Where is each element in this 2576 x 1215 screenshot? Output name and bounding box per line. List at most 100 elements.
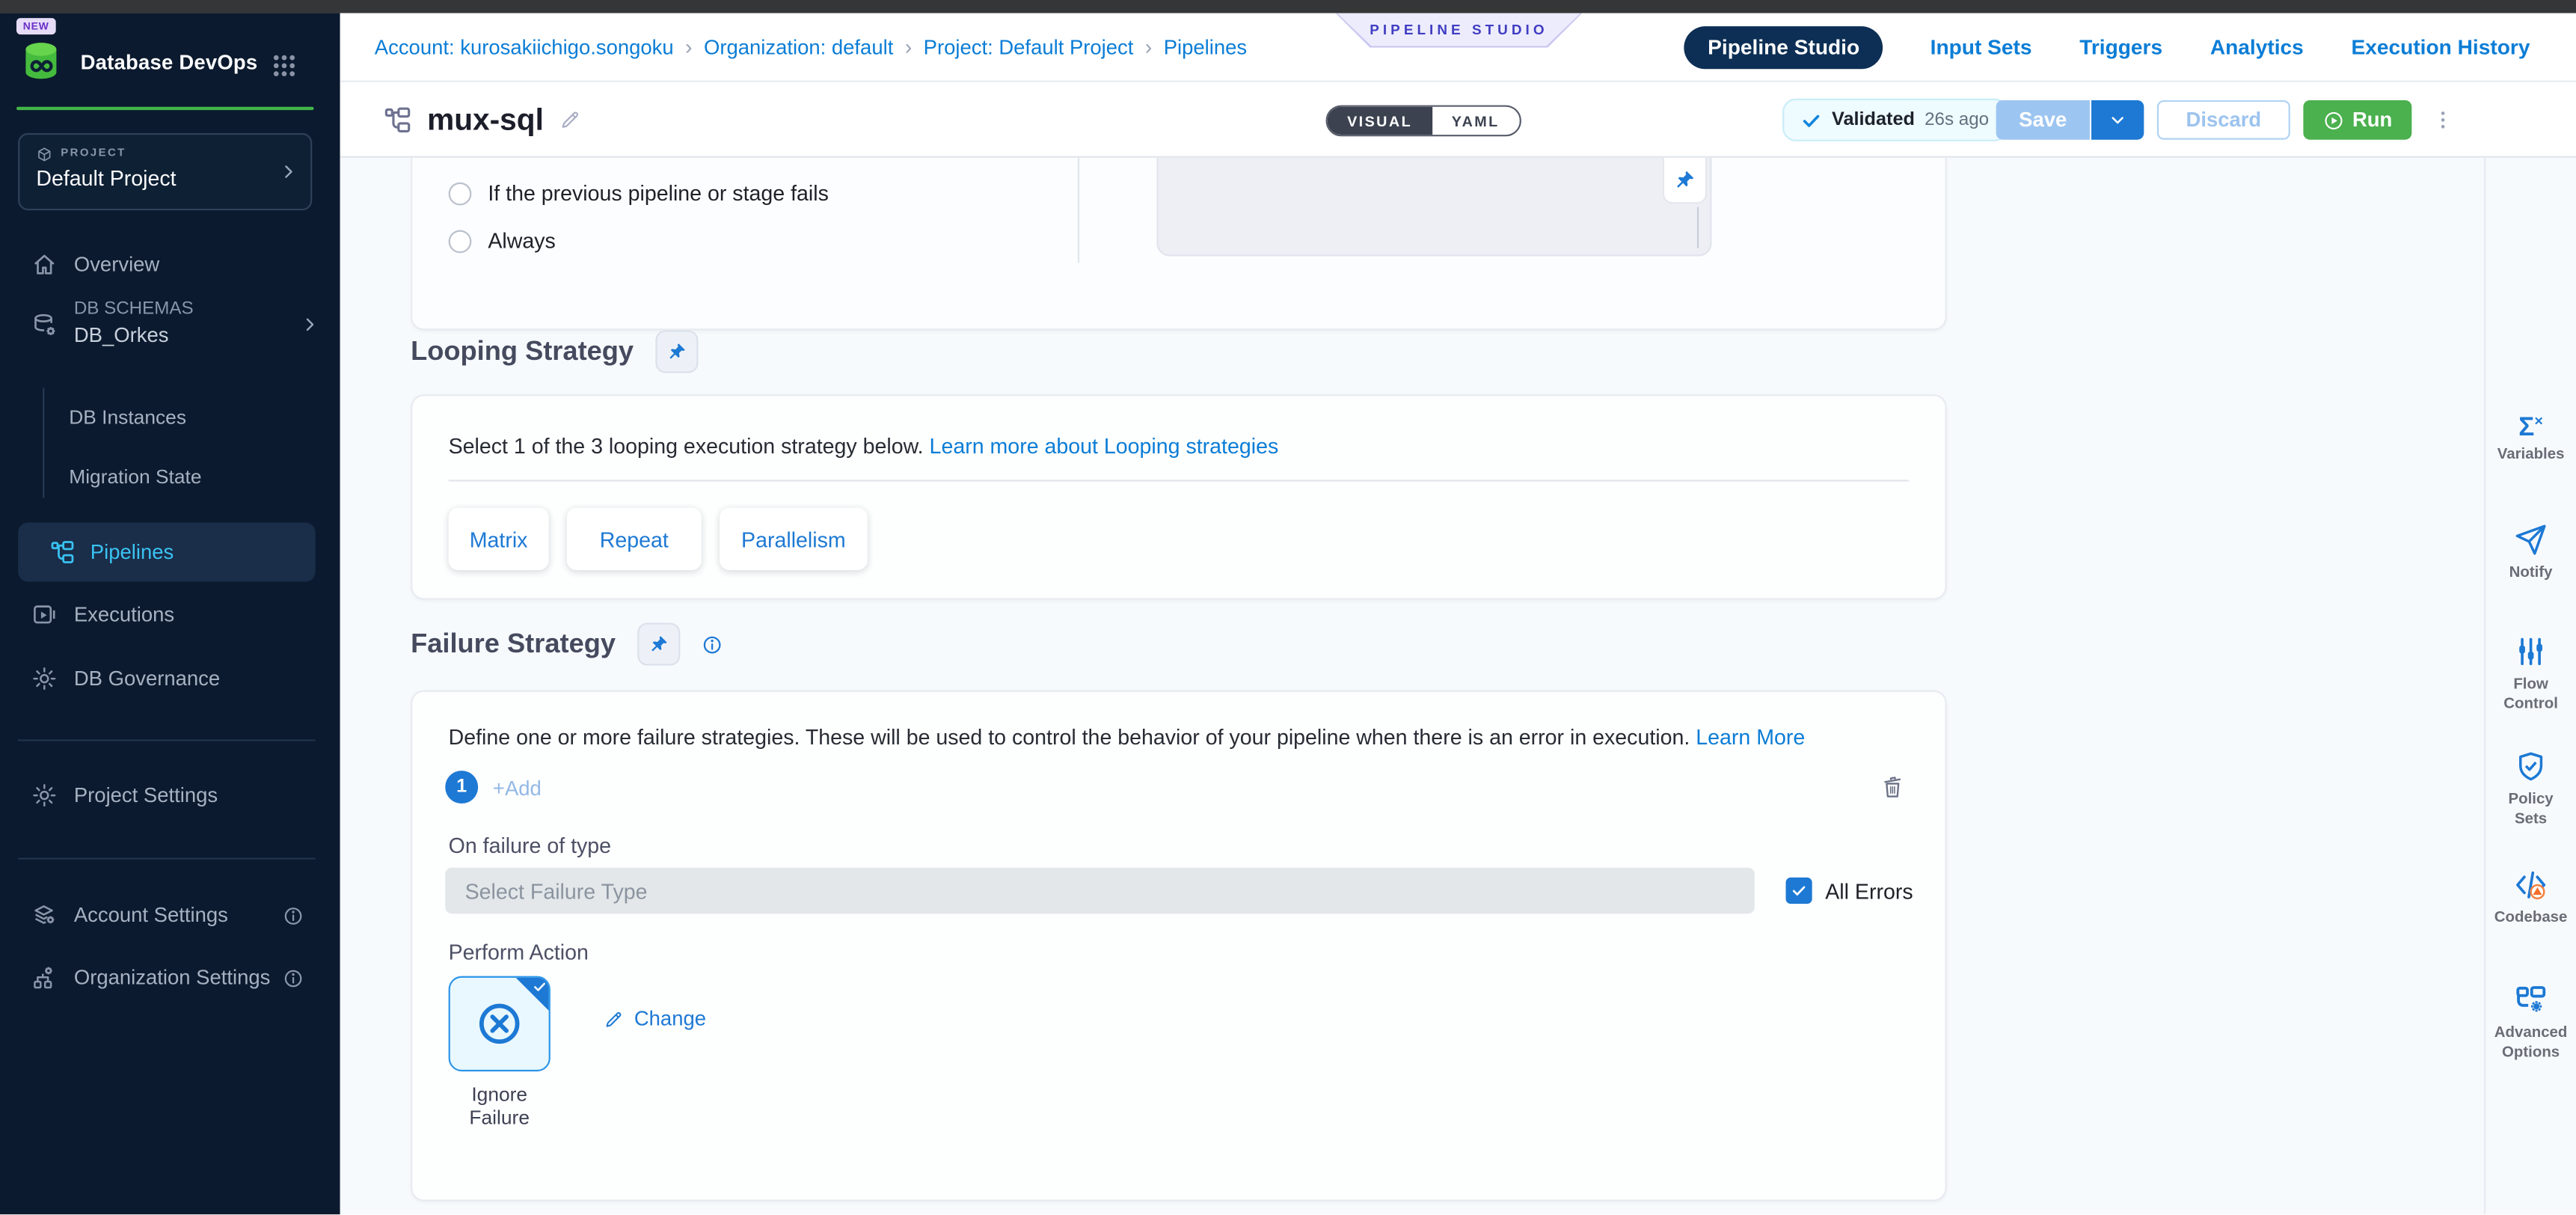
sidebar-item-account-settings[interactable]: Account Settings	[0, 896, 340, 935]
save-button[interactable]: Save	[1996, 100, 2091, 140]
card-divider	[1078, 158, 1079, 263]
tab-input-sets[interactable]: Input Sets	[1931, 34, 2032, 59]
failure-strategy-card: Define one or more failure strategies. T…	[411, 691, 1947, 1202]
breadcrumb-account[interactable]: Account: kurosakiichigo.songoku	[375, 35, 674, 58]
looping-options: Matrix Repeat Parallelism	[449, 508, 868, 570]
sidebar-indent-guide	[43, 388, 44, 498]
breadcrumb-project[interactable]: Project: Default Project	[924, 35, 1134, 58]
check-icon	[1800, 109, 1822, 131]
play-circle-icon	[2322, 109, 2344, 131]
chevron-right-icon	[279, 162, 297, 180]
change-action-link[interactable]: Change	[603, 1007, 706, 1030]
toggle-yaml[interactable]: YAML	[1432, 107, 1519, 135]
visual-yaml-toggle[interactable]: VISUAL YAML	[1326, 105, 1521, 137]
rail-label: Options	[2485, 1043, 2576, 1062]
looping-learn-more-link[interactable]: Learn more about Looping strategies	[930, 434, 1279, 459]
info-icon[interactable]	[283, 905, 304, 926]
breadcrumb-separator: ›	[1145, 34, 1153, 59]
gear-icon	[31, 783, 58, 809]
module-grid-icon[interactable]	[271, 52, 297, 79]
discard-button[interactable]: Discard	[2157, 100, 2290, 140]
chevron-down-icon	[2109, 111, 2126, 128]
rail-item-notify[interactable]: Notify	[2485, 522, 2576, 582]
sidebar-item-db-schemas[interactable]: DB SCHEMAS DB_Orkes	[0, 294, 340, 360]
failure-learn-more-link[interactable]: Learn More	[1696, 725, 1805, 750]
repeat-button[interactable]: Repeat	[567, 508, 702, 570]
failure-type-input[interactable]	[445, 868, 1755, 914]
rail-item-policy-sets[interactable]: Policy Sets	[2485, 750, 2576, 828]
check-icon	[1791, 882, 1807, 899]
save-dropdown-button[interactable]	[2091, 100, 2144, 140]
db-schemas-name: DB_Orkes	[74, 324, 169, 347]
vertical-dots-icon	[2432, 108, 2455, 132]
edit-pencil-icon[interactable]	[559, 108, 582, 131]
strategy-step-1[interactable]: 1	[445, 771, 478, 804]
failure-description: Define one or more failure strategies. T…	[449, 725, 1806, 750]
info-icon[interactable]	[283, 967, 304, 989]
sidebar-item-pipelines-active[interactable]: Pipelines	[18, 522, 316, 581]
pipeline-studio-page: NEW Database DevOps PROJECT Default Proj…	[0, 0, 2576, 1215]
sidebar-item-executions[interactable]: Executions	[0, 595, 340, 634]
breadcrumb-pipelines[interactable]: Pipelines	[1164, 35, 1247, 58]
save-split-button[interactable]: Save	[1996, 100, 2144, 140]
pin-icon	[648, 634, 668, 654]
radio-option-previous-fails[interactable]: If the previous pipeline or stage fails	[449, 181, 829, 206]
perform-action-label: Perform Action	[449, 940, 589, 964]
on-failure-label: On failure of type	[449, 833, 611, 858]
description-text: Define one or more failure strategies. T…	[449, 725, 1690, 750]
executions-play-icon	[31, 602, 58, 628]
run-button[interactable]: Run	[2303, 100, 2411, 140]
more-options-button[interactable]	[2430, 99, 2456, 141]
tab-triggers[interactable]: Triggers	[2079, 34, 2162, 59]
check-icon	[533, 979, 548, 994]
validated-badge[interactable]: Validated 26s ago	[1782, 99, 2007, 141]
all-errors-checkbox[interactable]	[1786, 878, 1812, 904]
radio-circle[interactable]	[449, 229, 472, 252]
sidebar-item-overview[interactable]: Overview	[0, 245, 340, 284]
edit-pencil-icon	[603, 1009, 625, 1030]
sidebar: NEW Database DevOps PROJECT Default Proj…	[0, 13, 340, 1215]
tab-pipeline-studio[interactable]: Pipeline Studio	[1684, 25, 1883, 68]
parallelism-button[interactable]: Parallelism	[720, 508, 868, 570]
gear-icon	[31, 666, 58, 692]
failure-strategy-header: Failure Strategy	[411, 622, 723, 665]
expression-preview-panel	[1156, 158, 1711, 257]
sidebar-item-organization-settings[interactable]: Organization Settings	[0, 958, 340, 998]
breadcrumb-organization[interactable]: Organization: default	[704, 35, 893, 58]
sidebar-item-project-settings[interactable]: Project Settings	[0, 776, 340, 815]
pin-button[interactable]	[655, 330, 698, 373]
info-icon[interactable]	[701, 634, 723, 655]
new-badge: NEW	[16, 18, 56, 34]
rail-item-flow-control[interactable]: Flow Control	[2485, 634, 2576, 713]
project-cube-icon	[36, 146, 52, 162]
radio-option-always[interactable]: Always	[449, 228, 556, 253]
sliders-icon	[2514, 634, 2548, 669]
rail-item-variables[interactable]: Variables	[2485, 404, 2576, 465]
pipeline-title: mux-sql	[427, 101, 544, 137]
change-label: Change	[634, 1007, 706, 1030]
rail-item-advanced-options[interactable]: Advanced Options	[2485, 982, 2576, 1061]
rail-label: Codebase	[2485, 909, 2576, 928]
ignore-failure-action-card[interactable]	[449, 976, 551, 1071]
sidebar-item-label: Overview	[74, 253, 159, 276]
sigma-variables-icon	[2485, 404, 2576, 446]
sidebar-item-db-governance[interactable]: DB Governance	[0, 659, 340, 699]
panel-scrollbar[interactable]	[1697, 207, 1699, 248]
pin-tab[interactable]	[1663, 158, 1707, 204]
add-strategy-link[interactable]: +Add	[493, 777, 542, 801]
project-selector[interactable]: PROJECT Default Project	[18, 132, 312, 209]
sidebar-item-db-instances[interactable]: DB Instances	[69, 401, 315, 434]
breadcrumb: Account: kurosakiichigo.songoku › Organi…	[375, 13, 1247, 81]
radio-circle[interactable]	[449, 182, 472, 205]
pipeline-toolbar: mux-sql VISUAL YAML Validated 26s ago Sa…	[340, 82, 2576, 158]
delete-strategy-trash-icon[interactable]	[1880, 774, 1906, 801]
rail-item-codebase[interactable]: Codebase	[2485, 868, 2576, 928]
tab-execution-history[interactable]: Execution History	[2352, 34, 2530, 59]
sidebar-item-migration-state[interactable]: Migration State	[69, 460, 315, 493]
toggle-visual[interactable]: VISUAL	[1328, 107, 1432, 135]
database-devops-logo-icon	[18, 38, 64, 84]
project-label: PROJECT	[61, 148, 126, 159]
tab-analytics[interactable]: Analytics	[2210, 34, 2304, 59]
matrix-button[interactable]: Matrix	[449, 508, 549, 570]
pin-button[interactable]	[637, 622, 680, 665]
